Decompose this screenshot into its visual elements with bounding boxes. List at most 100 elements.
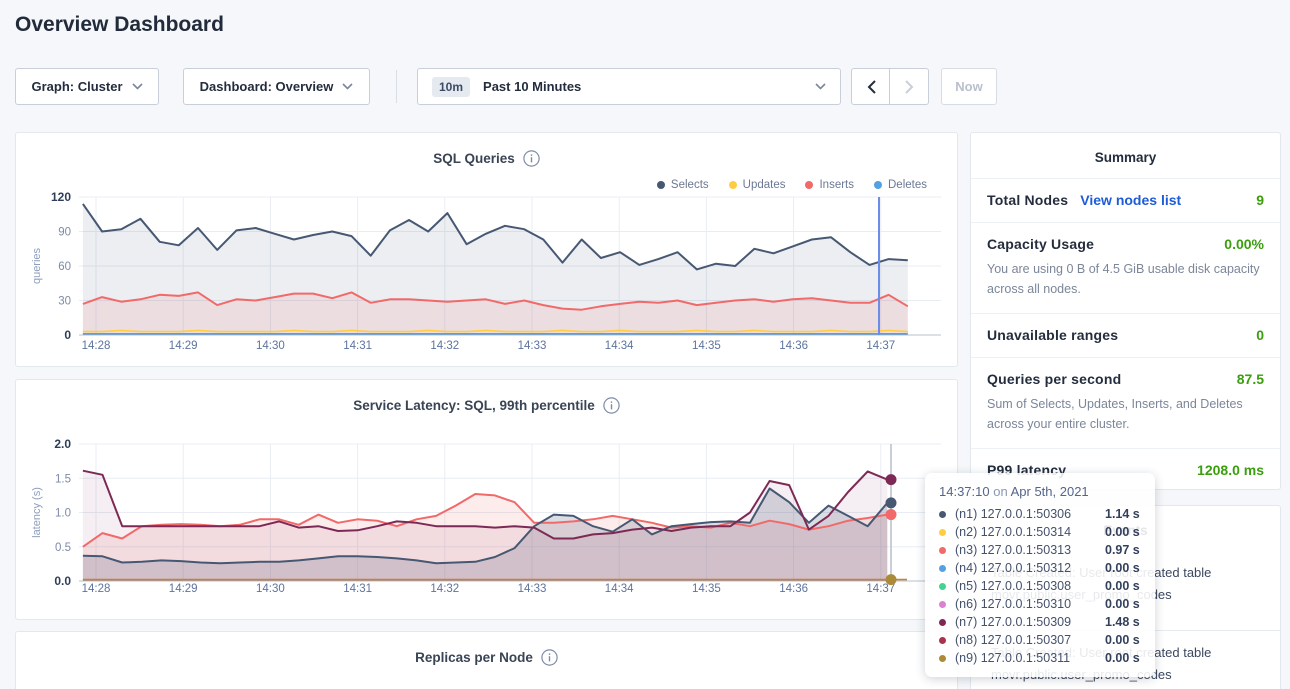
dashboard-dropdown[interactable]: Dashboard: Overview bbox=[183, 68, 370, 105]
x-tick-label: 14:34 bbox=[605, 583, 634, 595]
node-latency-value: 0.00 s bbox=[1105, 561, 1140, 575]
node-latency-value: 0.00 s bbox=[1105, 633, 1140, 647]
time-range-label: Past 10 Minutes bbox=[483, 79, 581, 94]
node-latency-value: 1.14 s bbox=[1105, 507, 1140, 521]
node-address: (n9) 127.0.0.1:50311 bbox=[955, 651, 1105, 665]
node-latency-value: 0.97 s bbox=[1105, 543, 1140, 557]
node-color-dot bbox=[939, 655, 946, 662]
x-tick-label: 14:34 bbox=[605, 340, 634, 352]
time-next-button[interactable] bbox=[889, 68, 929, 105]
y-tick-label: 60 bbox=[58, 261, 71, 273]
x-tick-label: 14:31 bbox=[343, 583, 372, 595]
y-tick-label: 0.5 bbox=[55, 542, 71, 554]
node-address: (n3) 127.0.0.1:50313 bbox=[955, 543, 1105, 557]
graph-dropdown-label: Graph: Cluster bbox=[31, 79, 122, 94]
node-latency-value: 0.00 s bbox=[1105, 597, 1140, 611]
time-prev-button[interactable] bbox=[851, 68, 891, 105]
y-tick-label: 0 bbox=[64, 328, 71, 342]
summary-description: You are using 0 B of 4.5 GiB usable disk… bbox=[987, 259, 1264, 299]
x-tick-label: 14:35 bbox=[692, 340, 721, 352]
node-address: (n8) 127.0.0.1:50307 bbox=[955, 633, 1105, 647]
summary-value: 0.00% bbox=[1224, 236, 1264, 252]
summary-value: 87.5 bbox=[1237, 371, 1264, 387]
tooltip-timestamp: 14:37:10 on Apr 5th, 2021 bbox=[939, 484, 1141, 499]
node-color-dot bbox=[939, 565, 946, 572]
x-tick-label: 14:33 bbox=[518, 583, 547, 595]
chevron-down-icon bbox=[815, 83, 826, 90]
time-range-badge: 10m bbox=[432, 77, 470, 97]
x-tick-label: 14:30 bbox=[256, 340, 285, 352]
x-tick-label: 14:33 bbox=[518, 340, 547, 352]
y-tick-label: 1.5 bbox=[55, 473, 71, 485]
tooltip-row: (n1) 127.0.0.1:503061.14 s bbox=[939, 505, 1141, 523]
chart-title-row: Replicas per Node bbox=[16, 649, 957, 666]
node-address: (n5) 127.0.0.1:50308 bbox=[955, 579, 1105, 593]
tooltip-row: (n8) 127.0.0.1:503070.00 s bbox=[939, 631, 1141, 649]
node-latency-value: 0.00 s bbox=[1105, 651, 1140, 665]
graph-dropdown[interactable]: Graph: Cluster bbox=[15, 68, 159, 105]
view-nodes-list-link[interactable]: View nodes list bbox=[1080, 192, 1181, 208]
y-tick-label: 120 bbox=[51, 190, 71, 204]
x-tick-label: 14:32 bbox=[430, 583, 459, 595]
crosshair-dot bbox=[886, 497, 897, 508]
summary-value: 1208.0 ms bbox=[1197, 462, 1264, 478]
chart-hover-tooltip: 14:37:10 on Apr 5th, 2021 (n1) 127.0.0.1… bbox=[925, 473, 1155, 677]
x-tick-label: 14:28 bbox=[82, 340, 111, 352]
service-latency-chart[interactable]: 0.0 0.5 1.0 1.5 2.0 14:28 14:29 14:30 14:31 14:32… bbox=[16, 380, 959, 621]
chart-title: Replicas per Node bbox=[415, 650, 533, 665]
summary-value: 9 bbox=[1256, 192, 1264, 208]
summary-label: Capacity Usage bbox=[987, 236, 1094, 252]
y-axis-label: queries bbox=[31, 247, 43, 284]
node-address: (n7) 127.0.0.1:50309 bbox=[955, 615, 1105, 629]
x-tick-label: 14:29 bbox=[169, 340, 198, 352]
x-tick-label: 14:37 bbox=[866, 340, 895, 352]
sql-queries-chart[interactable]: 0 30 60 90 120 14:28 14:29 14:30 14:31 14:32 14:33… bbox=[16, 133, 959, 368]
x-tick-label: 14:31 bbox=[343, 340, 372, 352]
tooltip-row: (n2) 127.0.0.1:503140.00 s bbox=[939, 523, 1141, 541]
chevron-right-icon bbox=[905, 80, 914, 94]
y-tick-label: 0.0 bbox=[54, 574, 71, 588]
node-color-dot bbox=[939, 511, 946, 518]
summary-row: Total Nodes View nodes list 9 bbox=[971, 178, 1280, 222]
chevron-left-icon bbox=[867, 80, 876, 94]
y-tick-label: 1.0 bbox=[55, 508, 71, 520]
x-tick-label: 14:35 bbox=[692, 583, 721, 595]
tooltip-row: (n6) 127.0.0.1:503100.00 s bbox=[939, 595, 1141, 613]
tooltip-row: (n4) 127.0.0.1:503120.00 s bbox=[939, 559, 1141, 577]
now-button[interactable]: Now bbox=[941, 68, 997, 105]
summary-label: Total Nodes bbox=[987, 192, 1068, 208]
node-color-dot bbox=[939, 547, 946, 554]
x-tick-label: 14:36 bbox=[779, 340, 808, 352]
summary-title: Summary bbox=[971, 133, 1280, 178]
service-latency-card: Service Latency: SQL, 99th percentile 0.… bbox=[15, 379, 958, 620]
node-address: (n1) 127.0.0.1:50306 bbox=[955, 507, 1105, 521]
tooltip-row: (n9) 127.0.0.1:503110.00 s bbox=[939, 649, 1141, 667]
info-icon[interactable] bbox=[541, 649, 558, 666]
node-color-dot bbox=[939, 601, 946, 608]
node-latency-value: 1.48 s bbox=[1105, 615, 1140, 629]
controls-divider bbox=[396, 70, 397, 103]
x-tick-label: 14:28 bbox=[82, 583, 111, 595]
summary-label: Queries per second bbox=[987, 371, 1121, 387]
x-tick-label: 14:32 bbox=[430, 340, 459, 352]
time-range-dropdown[interactable]: 10m Past 10 Minutes bbox=[417, 68, 841, 105]
chevron-down-icon bbox=[132, 83, 143, 90]
x-tick-label: 14:29 bbox=[169, 583, 198, 595]
x-tick-label: 14:30 bbox=[256, 583, 285, 595]
summary-label: Unavailable ranges bbox=[987, 327, 1118, 343]
tooltip-row: (n7) 127.0.0.1:503091.48 s bbox=[939, 613, 1141, 631]
node-color-dot bbox=[939, 529, 946, 536]
y-tick-label: 2.0 bbox=[54, 437, 71, 451]
node-address: (n6) 127.0.0.1:50310 bbox=[955, 597, 1105, 611]
y-tick-label: 30 bbox=[58, 296, 71, 308]
crosshair-dot bbox=[886, 509, 897, 520]
y-tick-label: 90 bbox=[58, 227, 71, 239]
node-latency-value: 0.00 s bbox=[1105, 525, 1140, 539]
node-color-dot bbox=[939, 619, 946, 626]
summary-panel: Summary Total Nodes View nodes list 9 Capac… bbox=[970, 132, 1281, 490]
node-color-dot bbox=[939, 583, 946, 590]
summary-description: Sum of Selects, Updates, Inserts, and De… bbox=[987, 394, 1264, 434]
x-tick-label: 14:36 bbox=[779, 583, 808, 595]
dashboard-dropdown-label: Dashboard: Overview bbox=[200, 79, 334, 94]
crosshair-dot bbox=[886, 574, 897, 585]
